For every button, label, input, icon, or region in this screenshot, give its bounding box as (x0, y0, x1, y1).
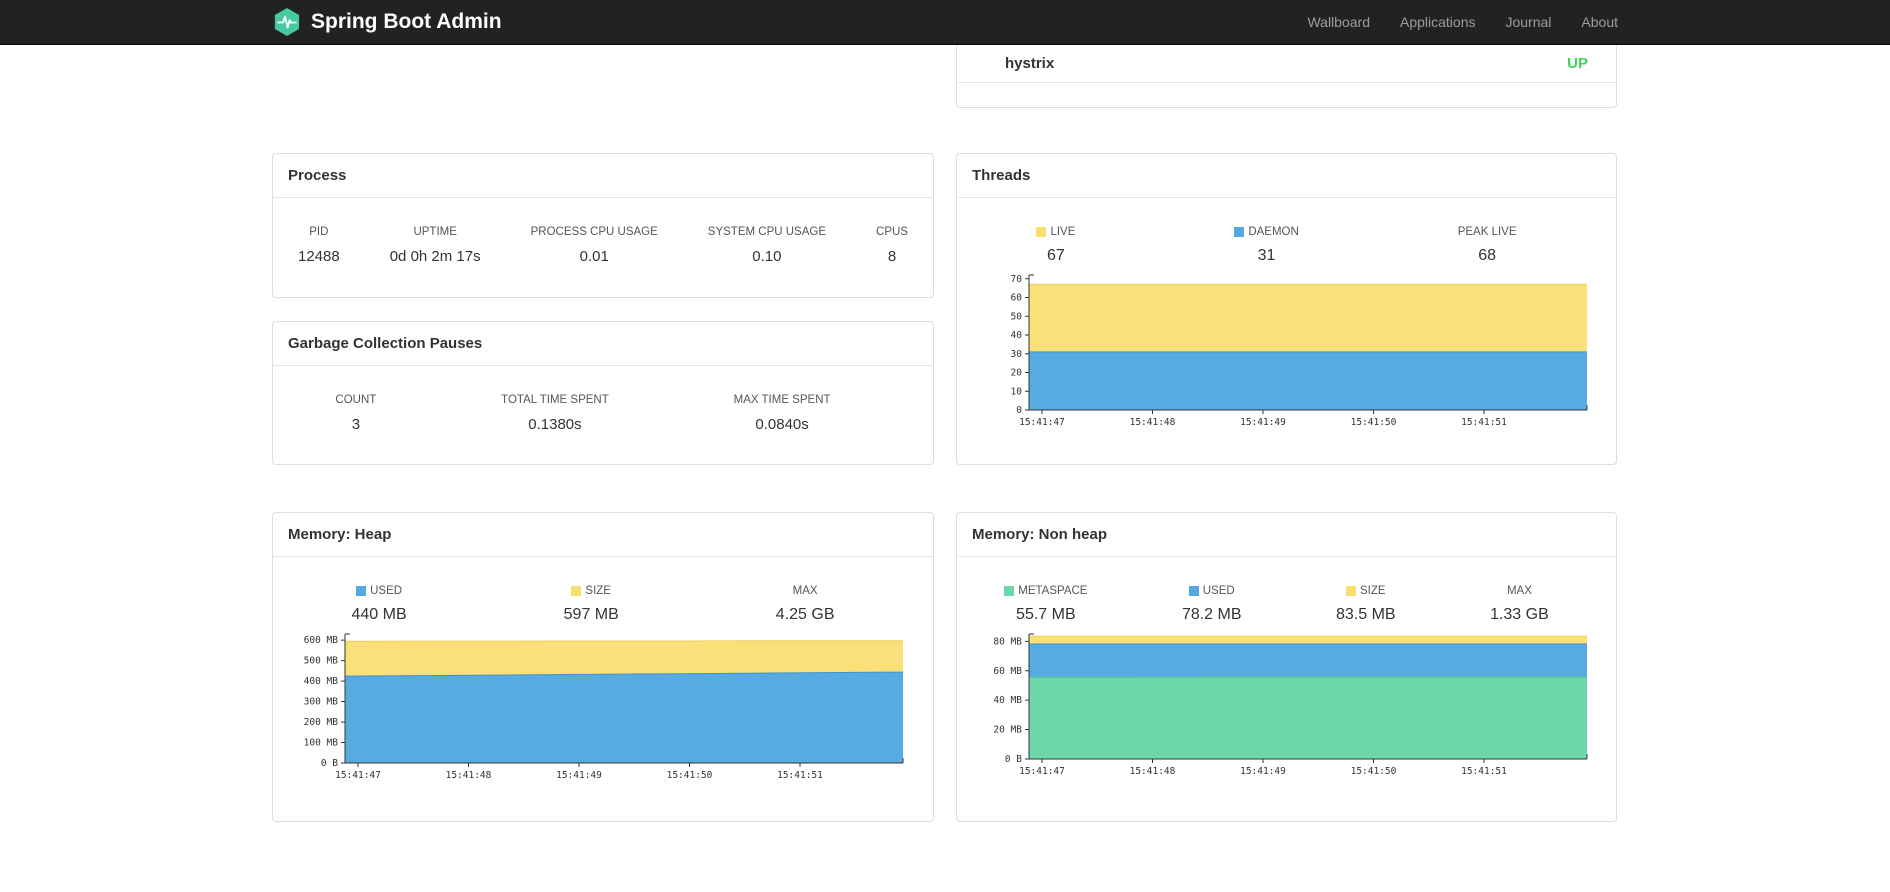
svg-text:40: 40 (1011, 330, 1023, 341)
svg-text:100 MB: 100 MB (304, 738, 339, 749)
metric-cpus: CPUS 8 (876, 226, 908, 265)
svg-text:15:41:51: 15:41:51 (777, 770, 823, 781)
nav-wallboard[interactable]: Wallboard (1307, 14, 1370, 30)
threads-panel: Threads LIVE 67 DAEMON 31 PEAK LIVE 68 0… (956, 153, 1617, 465)
heap-used-swatch-icon (356, 586, 367, 596)
metric-process-cpu: PROCESS CPU USAGE 0.01 (530, 226, 658, 265)
heap-size-swatch-icon (571, 586, 582, 596)
process-panel-title: Process (273, 154, 933, 198)
legend-heap-max: MAX 4.25 GB (775, 585, 835, 623)
svg-text:0 B: 0 B (321, 758, 338, 769)
svg-text:15:41:48: 15:41:48 (446, 770, 492, 781)
svg-text:40 MB: 40 MB (993, 695, 1022, 706)
daemon-swatch-icon (1234, 227, 1245, 237)
memory-heap-panel: Memory: Heap USED 440 MB SIZE 597 MB MAX… (272, 512, 934, 822)
health-item-name: hystrix (1005, 55, 1055, 72)
navbar-inner: Spring Boot Admin Wallboard Applications… (257, 0, 1633, 44)
svg-text:500 MB: 500 MB (304, 656, 339, 667)
nonheap-panel-title: Memory: Non heap (957, 513, 1616, 557)
brand-title: Spring Boot Admin (311, 10, 502, 33)
nonheap-size-swatch-icon (1346, 586, 1357, 596)
threads-legend: LIVE 67 DAEMON 31 PEAK LIVE 68 (957, 226, 1616, 265)
svg-text:0 B: 0 B (1005, 754, 1022, 765)
svg-text:60: 60 (1011, 293, 1023, 304)
svg-text:70: 70 (1011, 274, 1023, 285)
process-metrics: PID 12488 UPTIME 0d 0h 2m 17s PROCESS CP… (273, 226, 933, 265)
legend-nonheap-size: SIZE 83.5 MB (1336, 585, 1396, 623)
nonheap-legend: METASPACE 55.7 MB USED 78.2 MB SIZE 83.5… (957, 585, 1616, 624)
legend-nonheap-used: USED 78.2 MB (1181, 585, 1242, 623)
svg-text:0: 0 (1016, 405, 1022, 416)
heap-panel-title: Memory: Heap (273, 513, 933, 557)
svg-text:15:41:50: 15:41:50 (1351, 417, 1397, 428)
metric-gc-max-time: MAX TIME SPENT 0.0840s (733, 394, 831, 433)
svg-text:15:41:50: 15:41:50 (667, 770, 713, 781)
gc-panel-title: Garbage Collection Pauses (273, 322, 933, 366)
status-badge: UP (1567, 55, 1588, 72)
metric-uptime: UPTIME 0d 0h 2m 17s (389, 226, 481, 265)
svg-text:15:41:50: 15:41:50 (1351, 766, 1397, 777)
svg-text:60 MB: 60 MB (993, 666, 1022, 677)
nonheap-used-swatch-icon (1188, 586, 1199, 596)
svg-text:15:41:51: 15:41:51 (1461, 417, 1507, 428)
gc-metrics: COUNT 3 TOTAL TIME SPENT 0.1380s MAX TIM… (273, 394, 933, 433)
legend-heap-size: SIZE 597 MB (563, 585, 619, 623)
spring-boot-admin-logo-icon (272, 7, 302, 37)
svg-text:300 MB: 300 MB (304, 697, 339, 708)
svg-text:15:41:49: 15:41:49 (556, 770, 602, 781)
metric-gc-total-time: TOTAL TIME SPENT 0.1380s (501, 394, 609, 433)
legend-metaspace: METASPACE 55.7 MB (1004, 585, 1087, 624)
svg-text:200 MB: 200 MB (304, 717, 339, 728)
svg-text:15:41:47: 15:41:47 (1019, 766, 1065, 777)
nav-links: Wallboard Applications Journal About (1307, 14, 1618, 30)
svg-text:15:41:49: 15:41:49 (1240, 417, 1286, 428)
svg-text:15:41:47: 15:41:47 (1019, 417, 1065, 428)
svg-text:20 MB: 20 MB (993, 725, 1022, 736)
legend-live: LIVE 67 (1036, 226, 1075, 265)
svg-text:20: 20 (1011, 368, 1023, 379)
nav-journal[interactable]: Journal (1505, 14, 1551, 30)
legend-peak-live: PEAK LIVE 68 (1457, 226, 1517, 264)
legend-daemon: DAEMON 31 (1234, 226, 1299, 265)
svg-text:600 MB: 600 MB (304, 635, 339, 646)
live-swatch-icon (1036, 227, 1047, 237)
heap-legend: USED 440 MB SIZE 597 MB MAX 4.25 GB (273, 585, 933, 624)
metric-gc-count: COUNT 3 (335, 394, 377, 433)
metric-system-cpu: SYSTEM CPU USAGE 0.10 (707, 226, 827, 265)
legend-heap-used: USED 440 MB (351, 585, 407, 623)
legend-nonheap-max: MAX 1.33 GB (1490, 585, 1549, 623)
threads-panel-title: Threads (957, 154, 1616, 198)
svg-text:80 MB: 80 MB (993, 636, 1022, 647)
brand-link[interactable]: Spring Boot Admin (272, 7, 502, 37)
svg-text:400 MB: 400 MB (304, 676, 339, 687)
svg-text:10: 10 (1011, 386, 1023, 397)
main-content: hystrix UP Process PID 12488 UPTIME 0d 0… (272, 45, 1618, 892)
svg-text:30: 30 (1011, 349, 1023, 360)
health-row-hystrix[interactable]: hystrix UP (957, 45, 1616, 83)
nav-applications[interactable]: Applications (1400, 14, 1476, 30)
svg-text:15:41:48: 15:41:48 (1130, 766, 1176, 777)
svg-text:15:41:48: 15:41:48 (1130, 417, 1176, 428)
heap-chart: 0 B 100 MB 200 MB 300 MB 400 MB 500 MB 600 MB 1… (285, 624, 933, 787)
svg-text:50: 50 (1011, 311, 1023, 322)
health-panel-partial: hystrix UP (956, 45, 1617, 108)
metaspace-swatch-icon (1004, 586, 1015, 596)
svg-text:15:41:49: 15:41:49 (1240, 766, 1286, 777)
process-panel: Process PID 12488 UPTIME 0d 0h 2m 17s PR… (272, 153, 934, 298)
nav-about[interactable]: About (1581, 14, 1618, 30)
metric-pid: PID 12488 (298, 226, 340, 265)
threads-chart: 0 10 20 30 40 50 60 70 15:41:47 15:41:48 15:41:49 1… (969, 265, 1616, 434)
nonheap-chart: 0 B 20 MB 40 MB 60 MB 80 MB 15:41:47 15:41:48 1… (969, 624, 1616, 783)
gc-panel: Garbage Collection Pauses COUNT 3 TOTAL … (272, 321, 934, 465)
memory-nonheap-panel: Memory: Non heap METASPACE 55.7 MB USED … (956, 512, 1617, 822)
navbar: Spring Boot Admin Wallboard Applications… (0, 0, 1890, 45)
svg-text:15:41:51: 15:41:51 (1461, 766, 1507, 777)
svg-text:15:41:47: 15:41:47 (335, 770, 381, 781)
